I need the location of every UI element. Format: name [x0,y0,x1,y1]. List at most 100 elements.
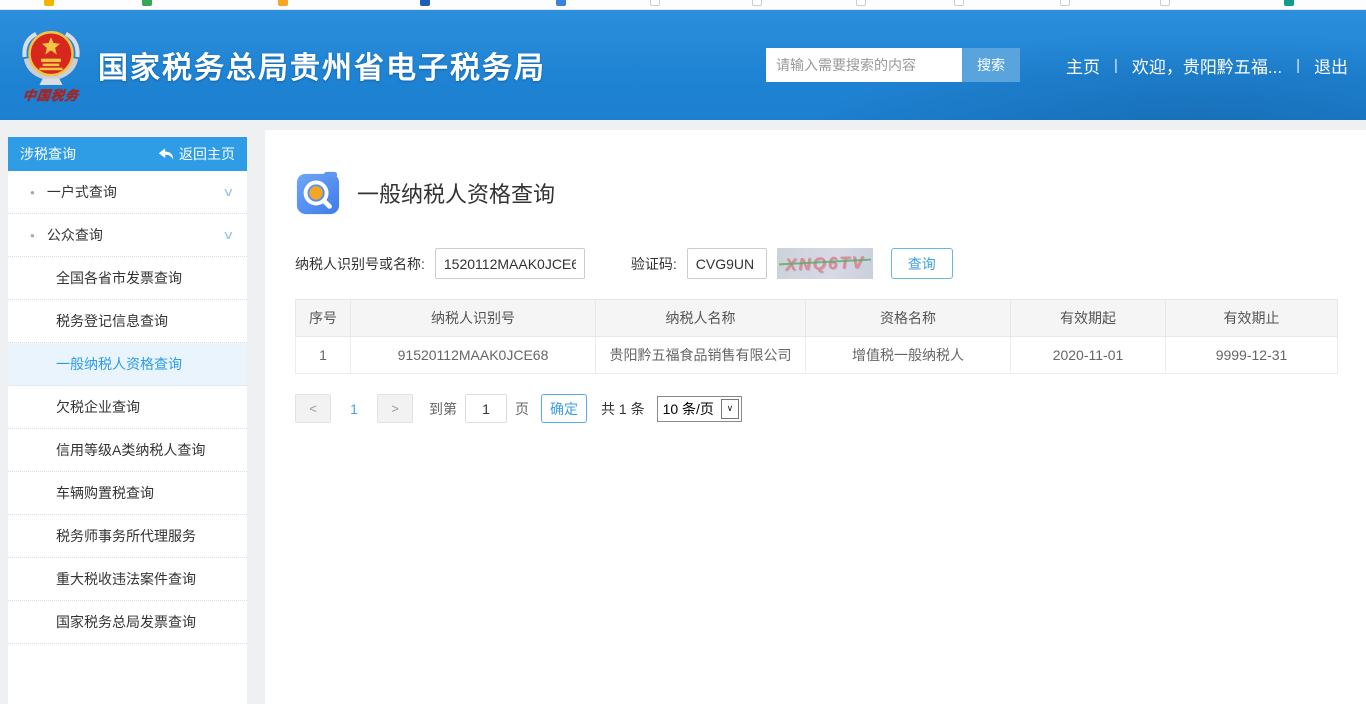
sidebar-item-5[interactable]: 欠税企业查询 [8,386,247,429]
site-title: 国家税务总局贵州省电子税务局 [98,43,546,87]
table-header-row: 序号纳税人识别号纳税人名称资格名称有效期起有效期止 [296,300,1338,337]
total-count-text: 共 1 条 [601,399,645,419]
goto-page-input[interactable] [465,394,507,423]
site-header: 中国税务 国家税务总局贵州省电子税务局 搜索 主页 | 欢迎，贵阳黔五福... … [0,10,1366,120]
header-search-box: 搜索 [766,48,1020,82]
national-emblem-icon [18,27,84,87]
results-table: 序号纳税人识别号纳税人名称资格名称有效期起有效期止 191520112MAAK0… [295,299,1338,374]
sidebar-item-label: 信用等级A类纳税人查询 [56,440,205,460]
goto-page-suffix: 页 [515,399,529,419]
home-link[interactable]: 主页 [1066,53,1100,78]
captcha-image[interactable]: XNQ6TV [777,248,873,279]
folder-outline-icon[interactable] [752,0,762,6]
captcha-input[interactable] [687,248,767,279]
table-header-cell: 有效期起 [1011,300,1166,337]
sidebar-item-0[interactable]: ● 一户式查询 ∨ [8,171,247,214]
goto-confirm-button[interactable]: 确定 [541,394,587,423]
site-logo: 中国税务 [18,27,84,104]
folder-outline-icon[interactable] [856,0,866,6]
header-search-button[interactable]: 搜索 [962,48,1020,82]
sidebar-title: 涉税查询 [20,144,76,164]
header-links: 主页 | 欢迎，贵阳黔五福... | 退出 [1066,53,1348,78]
captcha-image-text: XNQ6TV [784,252,865,275]
bullet-icon: ● [30,188,35,197]
sidebar-item-1[interactable]: ● 公众查询 ∨ [8,214,247,257]
pagination: < 1 > 到第 页 确定 共 1 条 10 条/页 ∨ [295,394,1338,423]
page-size-select[interactable]: 10 条/页 ∨ [657,396,742,422]
folder-outline-icon[interactable] [1060,0,1070,6]
star-icon[interactable] [44,0,54,6]
header-search-input[interactable] [766,48,962,82]
back-to-home-label: 返回主页 [179,144,235,164]
folder-outline-icon[interactable] [650,0,660,6]
goto-page-prefix: 到第 [429,399,457,419]
taxpayer-id-label: 纳税人识别号或名称: [295,254,425,274]
query-button[interactable]: 查询 [891,248,953,279]
sidebar-item-4[interactable]: 一般纳税人资格查询 [8,343,247,386]
chevron-down-icon: ∨ [721,399,739,419]
folder-icon[interactable] [278,0,288,6]
back-to-home-link[interactable]: 返回主页 [158,144,235,164]
sidebar-item-label: 一般纳税人资格查询 [56,354,182,374]
table-row: 191520112MAAK0JCE68贵阳黔五福食品销售有限公司增值税一般纳税人… [296,337,1338,374]
table-header-cell: 纳税人名称 [596,300,806,337]
logo-caption: 中国税务 [22,85,81,104]
table-header-cell: 纳税人识别号 [351,300,596,337]
folder-outline-icon[interactable] [954,0,964,6]
link-separator: | [1114,57,1118,74]
prev-page-button[interactable]: < [295,394,331,423]
logout-link[interactable]: 退出 [1314,53,1348,78]
sidebar: 涉税查询 返回主页 ● 一户式查询 ∨ ● 公众查询 ∨ 全国各省市发票查询税务登记信息查询… [8,137,247,704]
sidebar-item-label: 欠税企业查询 [56,397,140,417]
current-page-number[interactable]: 1 [347,401,361,417]
page-title: 一般纳税人资格查询 [357,177,555,209]
sidebar-item-label: 一户式查询 [47,182,117,202]
main-panel: 一般纳税人资格查询 纳税人识别号或名称: 验证码: XNQ6TV 查询 序号纳税… [265,130,1366,704]
back-arrow-icon [158,147,174,161]
table-header-cell: 序号 [296,300,351,337]
blue-app-icon[interactable] [556,0,566,6]
sidebar-item-8[interactable]: 税务师事务所代理服务 [8,515,247,558]
table-header-cell: 资格名称 [806,300,1011,337]
browser-bookmark-bar [0,0,1366,10]
chevron-down-icon: ∨ [222,185,234,199]
next-page-button[interactable]: > [377,394,413,423]
sidebar-item-label: 全国各省市发票查询 [56,268,182,288]
sidebar-item-label: 重大税收违法案件查询 [56,569,196,589]
sidebar-item-6[interactable]: 信用等级A类纳税人查询 [8,429,247,472]
results-table-head: 序号纳税人识别号纳税人名称资格名称有效期起有效期止 [296,300,1338,337]
chevron-down-icon: ∨ [222,228,234,242]
query-page-icon [295,170,341,216]
results-table-body: 191520112MAAK0JCE68贵阳黔五福食品销售有限公司增值税一般纳税人… [296,337,1338,374]
teal-doc-icon[interactable] [1284,0,1294,6]
page-title-row: 一般纳税人资格查询 [295,170,1338,216]
query-form: 纳税人识别号或名称: 验证码: XNQ6TV 查询 [295,248,1338,279]
taxpayer-id-input[interactable] [435,248,585,279]
sidebar-item-label: 国家税务总局发票查询 [56,612,196,632]
sidebar-item-7[interactable]: 车辆购置税查询 [8,472,247,515]
sidebar-item-label: 车辆购置税查询 [56,483,154,503]
table-header-cell: 有效期止 [1166,300,1338,337]
blue-globe-icon[interactable] [420,0,430,6]
sidebar-header: 涉税查询 返回主页 [8,137,247,171]
sidebar-item-10[interactable]: 国家税务总局发票查询 [8,601,247,644]
sidebar-item-2[interactable]: 全国各省市发票查询 [8,257,247,300]
page-size-value: 10 条/页 [658,399,719,419]
link-separator: | [1296,57,1300,74]
table-cell: 91520112MAAK0JCE68 [351,337,596,374]
captcha-label: 验证码: [631,254,677,274]
table-cell: 贵阳黔五福食品销售有限公司 [596,337,806,374]
sidebar-item-label: 税务登记信息查询 [56,311,168,331]
sidebar-item-3[interactable]: 税务登记信息查询 [8,300,247,343]
green-doc-icon[interactable] [142,0,152,6]
table-cell: 1 [296,337,351,374]
sidebar-item-label: 公众查询 [47,225,103,245]
table-cell: 2020-11-01 [1011,337,1166,374]
table-cell: 增值税一般纳税人 [806,337,1011,374]
welcome-user-link[interactable]: 欢迎，贵阳黔五福... [1132,53,1282,78]
bullet-icon: ● [30,231,35,240]
sidebar-item-9[interactable]: 重大税收违法案件查询 [8,558,247,601]
sidebar-menu: ● 一户式查询 ∨ ● 公众查询 ∨ 全国各省市发票查询税务登记信息查询一般纳税人资格查询欠… [8,171,247,644]
folder-outline-icon[interactable] [1160,0,1170,6]
sidebar-item-label: 税务师事务所代理服务 [56,526,196,546]
